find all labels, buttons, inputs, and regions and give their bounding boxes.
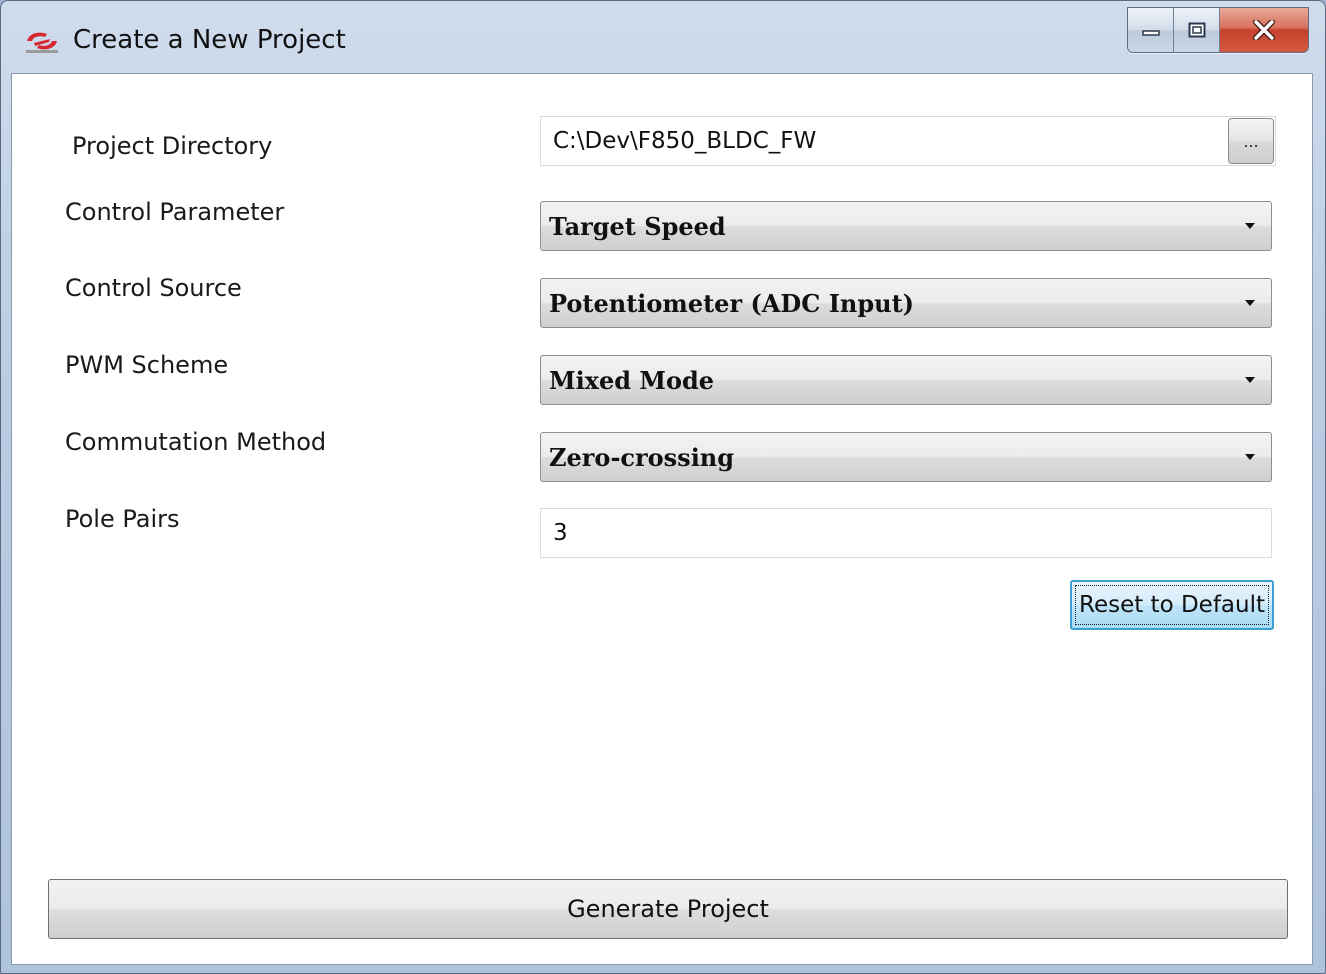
chevron-down-icon bbox=[1245, 223, 1255, 229]
pwm-scheme-value: Mixed Mode bbox=[549, 365, 715, 395]
close-button[interactable] bbox=[1220, 8, 1308, 52]
reset-to-default-button[interactable]: Reset to Default bbox=[1070, 580, 1274, 630]
focus-rectangle bbox=[1075, 585, 1269, 625]
pwm-scheme-label: PWM Scheme bbox=[65, 351, 229, 379]
title-bar[interactable]: Create a New Project bbox=[1, 1, 1325, 73]
pwm-scheme-select[interactable]: Mixed Mode bbox=[540, 355, 1272, 405]
control-source-label: Control Source bbox=[65, 274, 242, 302]
dialog-window: Create a New Project Project Directory C… bbox=[0, 0, 1326, 974]
generate-project-label: Generate Project bbox=[567, 895, 769, 923]
pole-pairs-label: Pole Pairs bbox=[65, 505, 180, 533]
control-parameter-select[interactable]: Target Speed bbox=[540, 201, 1272, 251]
control-parameter-label: Control Parameter bbox=[65, 198, 285, 226]
close-icon bbox=[1253, 20, 1275, 40]
pole-pairs-value: 3 bbox=[553, 520, 568, 546]
project-directory-value: C:\Dev\F850_BLDC_FW bbox=[553, 128, 817, 154]
chevron-down-icon bbox=[1245, 300, 1255, 306]
pole-pairs-input[interactable]: 3 bbox=[540, 508, 1272, 558]
window-controls bbox=[1127, 7, 1309, 53]
chevron-down-icon bbox=[1245, 377, 1255, 383]
control-parameter-value: Target Speed bbox=[549, 211, 726, 241]
project-directory-input[interactable]: C:\Dev\F850_BLDC_FW bbox=[540, 116, 1276, 166]
generate-project-button[interactable]: Generate Project bbox=[48, 879, 1288, 939]
commutation-method-value: Zero-crossing bbox=[549, 442, 735, 472]
silicon-labs-logo-icon bbox=[26, 32, 58, 53]
control-source-select[interactable]: Potentiometer (ADC Input) bbox=[540, 278, 1272, 328]
form-panel: Project Directory C:\Dev\F850_BLDC_FW ..… bbox=[11, 73, 1313, 965]
project-directory-label: Project Directory bbox=[72, 132, 273, 160]
commutation-method-label: Commutation Method bbox=[65, 428, 327, 456]
maximize-icon bbox=[1188, 22, 1205, 38]
browse-button[interactable]: ... bbox=[1228, 118, 1274, 164]
minimize-icon bbox=[1141, 30, 1160, 36]
maximize-button[interactable] bbox=[1174, 8, 1220, 52]
control-source-value: Potentiometer (ADC Input) bbox=[549, 288, 915, 318]
window-title: Create a New Project bbox=[73, 25, 346, 55]
commutation-method-select[interactable]: Zero-crossing bbox=[540, 432, 1272, 482]
chevron-down-icon bbox=[1245, 454, 1255, 460]
minimize-button[interactable] bbox=[1128, 8, 1174, 52]
